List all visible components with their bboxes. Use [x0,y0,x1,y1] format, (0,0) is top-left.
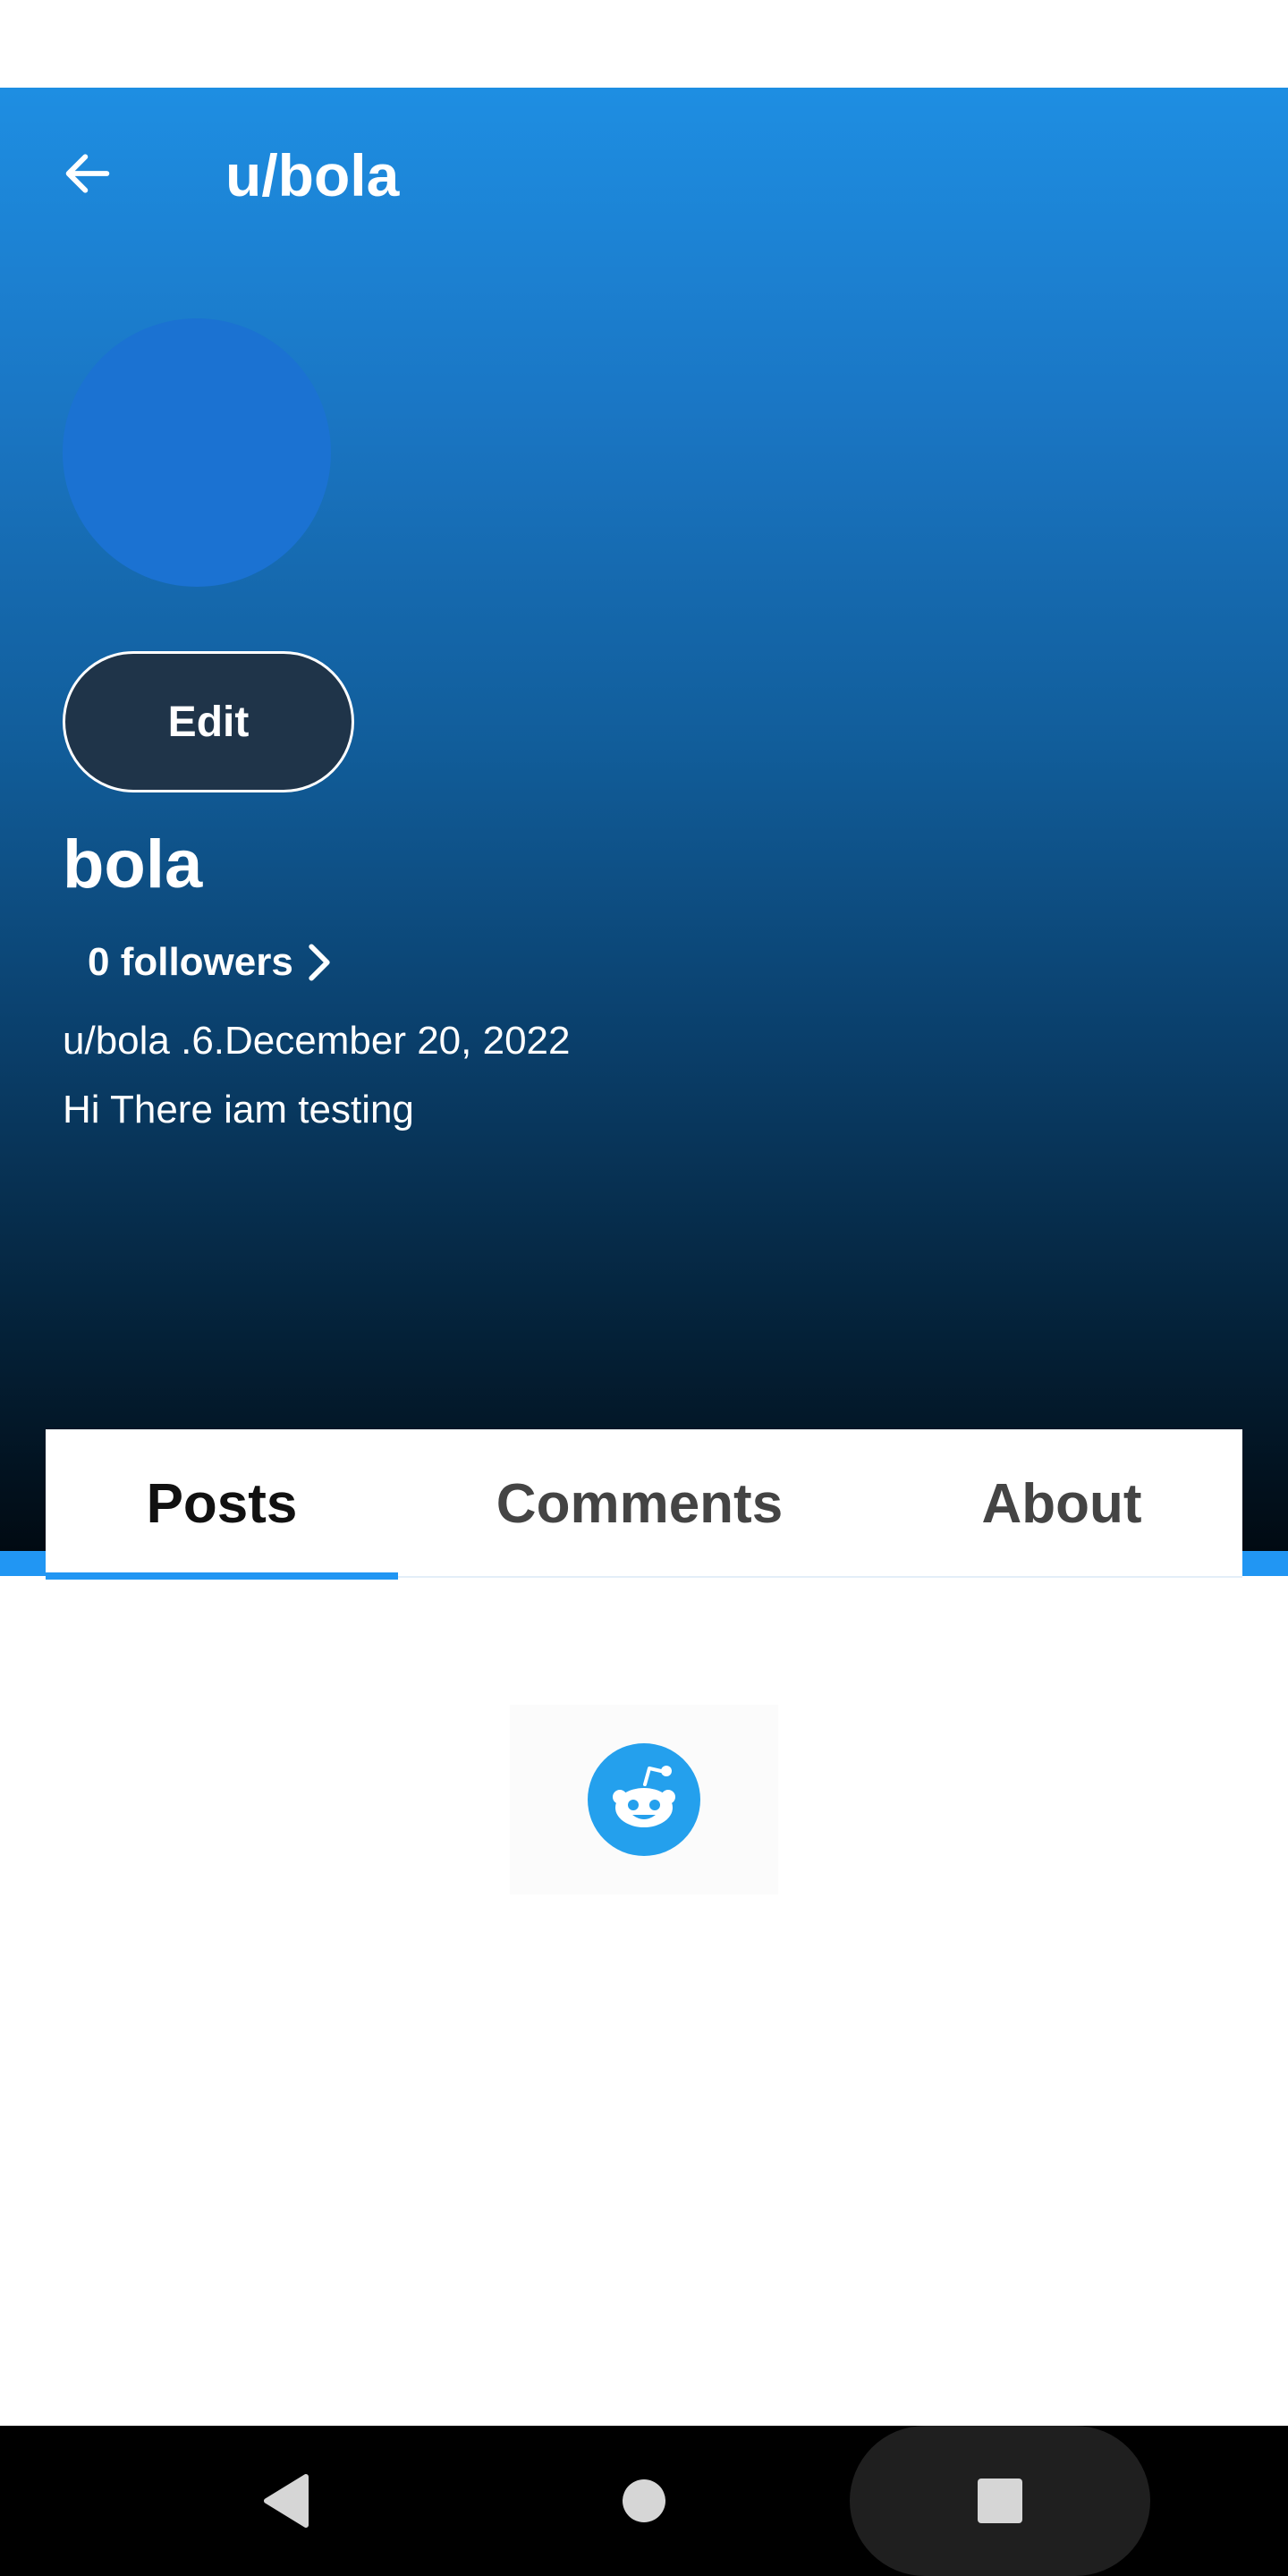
nav-back-icon [264,2474,309,2528]
nav-home-button[interactable] [599,2456,689,2546]
status-bar [0,0,1288,88]
followers-link[interactable]: 0 followers [88,936,333,989]
chevron-right-icon [309,944,330,981]
nav-recents-button[interactable] [955,2456,1045,2546]
nav-back-button[interactable] [242,2456,331,2546]
nav-home-icon [623,2479,665,2522]
nav-recents-icon [978,2479,1022,2523]
empty-state [510,1705,778,1894]
tab-comments-label: Comments [496,1472,784,1535]
tab-posts-label: Posts [146,1472,298,1535]
profile-bio: Hi There iam testing [63,1088,414,1131]
avatar[interactable] [63,318,331,587]
system-navigation-bar [0,2426,1288,2576]
tab-about-label: About [981,1472,1142,1535]
tab-posts[interactable]: Posts [46,1429,398,1580]
tab-about[interactable]: About [881,1429,1242,1578]
page-title: u/bola [225,142,400,208]
profile-meta: u/bola .6.December 20, 2022 [63,1019,571,1063]
back-button[interactable] [55,141,120,206]
active-tab-indicator [46,1572,398,1580]
profile-header-background [0,88,1288,1553]
display-name: bola [63,826,203,902]
arrow-left-icon [65,154,110,193]
reddit-snoo-icon [588,1743,700,1856]
edit-profile-button[interactable]: Edit [63,651,354,792]
profile-tabs: Posts Comments About [46,1429,1242,1580]
followers-label: 0 followers [88,940,293,984]
tab-comments[interactable]: Comments [398,1429,881,1578]
